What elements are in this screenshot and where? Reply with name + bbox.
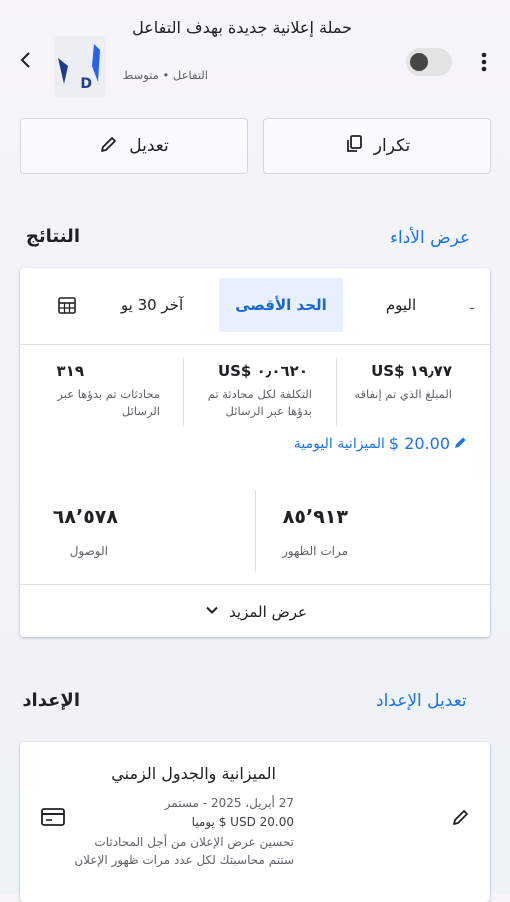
budget-schedule-card[interactable]: الميزانية والجدول الزمني 27 أبريل، 2025 … [20,742,490,902]
copy-icon [344,134,364,159]
duplicate-button[interactable]: تكرار [263,118,491,174]
see-more-button[interactable]: عرض المزيد [20,584,490,638]
setup-heading: الإعداد [22,690,80,711]
divider [336,358,337,426]
amount-spent-label: المبلغ الذي تم إنفاقه [354,387,452,401]
conversations-label: محادثات تم بدؤها عبر الرسائل [57,387,160,418]
chevron-down-icon [203,601,221,623]
daily-budget-label: الميزانية اليومية [293,435,385,452]
edit-label: تعديل [129,136,169,156]
reach-label: الوصول [69,544,108,558]
cost-per-conversation-value: US$ ٠٫٠٦٢٠ [217,362,308,380]
daily-budget-amount: 20.00 $ [388,434,450,453]
calendar-icon[interactable] [52,278,82,332]
credit-card-icon [40,806,66,828]
daily-budget-line: 20.00 USD $ يوميا [191,815,294,829]
chevron-left-icon[interactable] [14,48,38,72]
view-performance-link[interactable]: عرض الأداء [390,228,470,248]
billing-line: ستتم محاسبتك لكل عدد مرات ظهور الإعلان [74,853,294,867]
pencil-icon [454,435,468,453]
budget-schedule-title: الميزانية والجدول الزمني [111,764,276,783]
schedule-date: 27 أبريل، 2025 - مستمر [164,796,294,810]
header: حملة إعلانية جديدة بهدف التفاعل التفاعل … [0,0,510,110]
tab-last-30-days[interactable]: آخر 30 يو [96,278,208,332]
daily-budget-link[interactable]: 20.00 $ الميزانية اليومية [294,434,468,453]
edit-setup-link[interactable]: تعديل الإعداد [376,691,467,711]
impressions-label: مرات الظهور [282,544,348,558]
amount-spent-value: US$ ١٩٫٧٧ [371,362,452,380]
duplicate-label: تكرار [373,136,411,156]
tab-maximum[interactable]: الحد الأقصى [219,278,343,332]
tab-scroll-edge[interactable]: ـ [462,278,482,332]
campaign-subtitle: التفاعل • متوسط [122,68,208,82]
campaign-toggle[interactable] [406,48,452,76]
pencil-icon[interactable] [450,806,472,828]
divider [255,490,256,572]
reach-value: ٦٨٬٥٧٨ [52,506,118,528]
tab-today[interactable]: اليوم [356,278,446,332]
date-range-tabs: ـ اليوم الحد الأقصى آخر 30 يو [20,268,490,345]
more-vert-icon[interactable] [474,48,494,76]
toggle-knob [410,53,428,71]
impressions-value: ٨٥٬٩١٣ [282,506,348,528]
conversations-value: ٣١٩ [56,362,84,380]
see-more-label: عرض المزيد [229,602,307,621]
divider [183,358,184,426]
results-heading: النتائج [25,226,80,247]
campaign-title: حملة إعلانية جديدة بهدف التفاعل [132,18,352,37]
pencil-icon [99,134,119,159]
campaign-thumbnail[interactable]: D [54,36,106,98]
cost-per-conversation-label: التكلفة لكل محادثة تم بدؤها عبر الرسائل [207,387,312,418]
svg-text:D: D [80,76,92,92]
optimization-line: تحسين عرض الإعلان من أجل المحادثات [94,835,294,849]
results-card: ـ اليوم الحد الأقصى آخر 30 يو US$ ١٩٫٧٧ … [20,268,490,637]
edit-button[interactable]: تعديل [20,118,248,174]
